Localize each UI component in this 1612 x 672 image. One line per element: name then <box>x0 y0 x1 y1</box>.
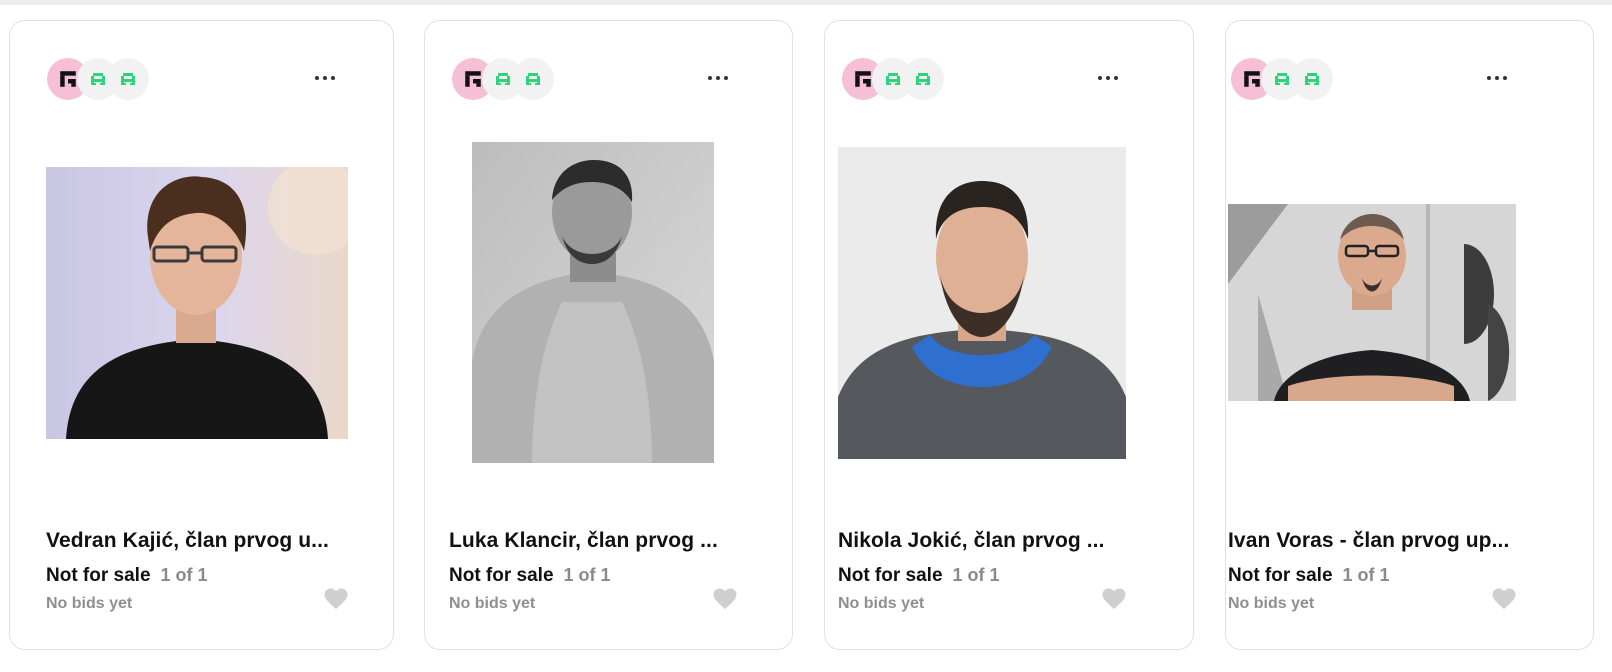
nft-card[interactable]: Vedran Kajić, član prvog u... Not for sa… <box>9 20 394 650</box>
pixel-logo-icon <box>524 70 542 88</box>
collector-avatar[interactable] <box>107 58 149 100</box>
heart-icon[interactable] <box>1492 588 1516 610</box>
bids-status: No bids yet <box>838 595 925 612</box>
more-options-button[interactable] <box>308 66 342 90</box>
pixel-logo-icon <box>58 69 78 89</box>
more-options-button[interactable] <box>1091 66 1125 90</box>
nft-card[interactable]: Luka Klancir, član prvog ... Not for sal… <box>424 20 793 650</box>
more-options-button[interactable] <box>701 66 735 90</box>
collector-avatar[interactable] <box>512 58 554 100</box>
nft-card[interactable]: Ivan Voras - član prvog up... Not for sa… <box>1225 20 1594 650</box>
heart-icon[interactable] <box>713 588 737 610</box>
artwork-title[interactable]: Vedran Kajić, član prvog u... <box>46 529 346 553</box>
collector-avatar[interactable] <box>1291 58 1333 100</box>
top-divider <box>0 0 1612 5</box>
more-options-button[interactable] <box>1480 66 1514 90</box>
sale-status-label: Not for sale <box>838 565 943 586</box>
edition-count: 1 of 1 <box>563 565 611 585</box>
sale-status-label: Not for sale <box>46 565 151 586</box>
sale-status: Not for sale 1 of 1 <box>449 565 611 587</box>
artwork-image[interactable] <box>1228 204 1516 401</box>
portrait-photo <box>46 167 348 439</box>
pixel-logo-icon <box>1273 70 1291 88</box>
artwork-image[interactable] <box>838 147 1126 459</box>
bids-status: No bids yet <box>1228 595 1315 612</box>
artwork-title[interactable]: Luka Klancir, član prvog ... <box>449 529 739 553</box>
heart-icon[interactable] <box>1102 588 1126 610</box>
sale-status: Not for sale 1 of 1 <box>46 565 208 587</box>
pixel-logo-icon <box>914 70 932 88</box>
pixel-logo-icon <box>463 69 483 89</box>
bids-status: No bids yet <box>449 595 536 612</box>
edition-count: 1 of 1 <box>160 565 208 585</box>
sale-status-label: Not for sale <box>1228 565 1333 586</box>
portrait-photo <box>472 142 714 463</box>
sale-status-label: Not for sale <box>449 565 554 586</box>
pixel-logo-icon <box>119 70 137 88</box>
edition-count: 1 of 1 <box>1342 565 1390 585</box>
artwork-image[interactable] <box>472 142 714 463</box>
collector-avatar[interactable] <box>902 58 944 100</box>
pixel-logo-icon <box>494 70 512 88</box>
pixel-logo-icon <box>884 70 902 88</box>
pixel-logo-icon <box>1242 69 1262 89</box>
sale-status: Not for sale 1 of 1 <box>838 565 1000 587</box>
portrait-photo <box>1228 204 1516 401</box>
portrait-photo <box>838 147 1126 459</box>
pixel-logo-icon <box>853 69 873 89</box>
nft-card[interactable]: Nikola Jokić, član prvog ... Not for sal… <box>824 20 1194 650</box>
artwork-title[interactable]: Ivan Voras - član prvog up... <box>1228 529 1518 553</box>
bids-status: No bids yet <box>46 595 133 612</box>
edition-count: 1 of 1 <box>952 565 1000 585</box>
more-horizontal-icon <box>1487 76 1507 80</box>
heart-icon[interactable] <box>324 588 348 610</box>
more-horizontal-icon <box>1098 76 1118 80</box>
artwork-title[interactable]: Nikola Jokić, član prvog ... <box>838 529 1128 553</box>
pixel-logo-icon <box>1303 70 1321 88</box>
artwork-image[interactable] <box>46 167 348 439</box>
sale-status: Not for sale 1 of 1 <box>1228 565 1390 587</box>
more-horizontal-icon <box>708 76 728 80</box>
pixel-logo-icon <box>89 70 107 88</box>
more-horizontal-icon <box>315 76 335 80</box>
